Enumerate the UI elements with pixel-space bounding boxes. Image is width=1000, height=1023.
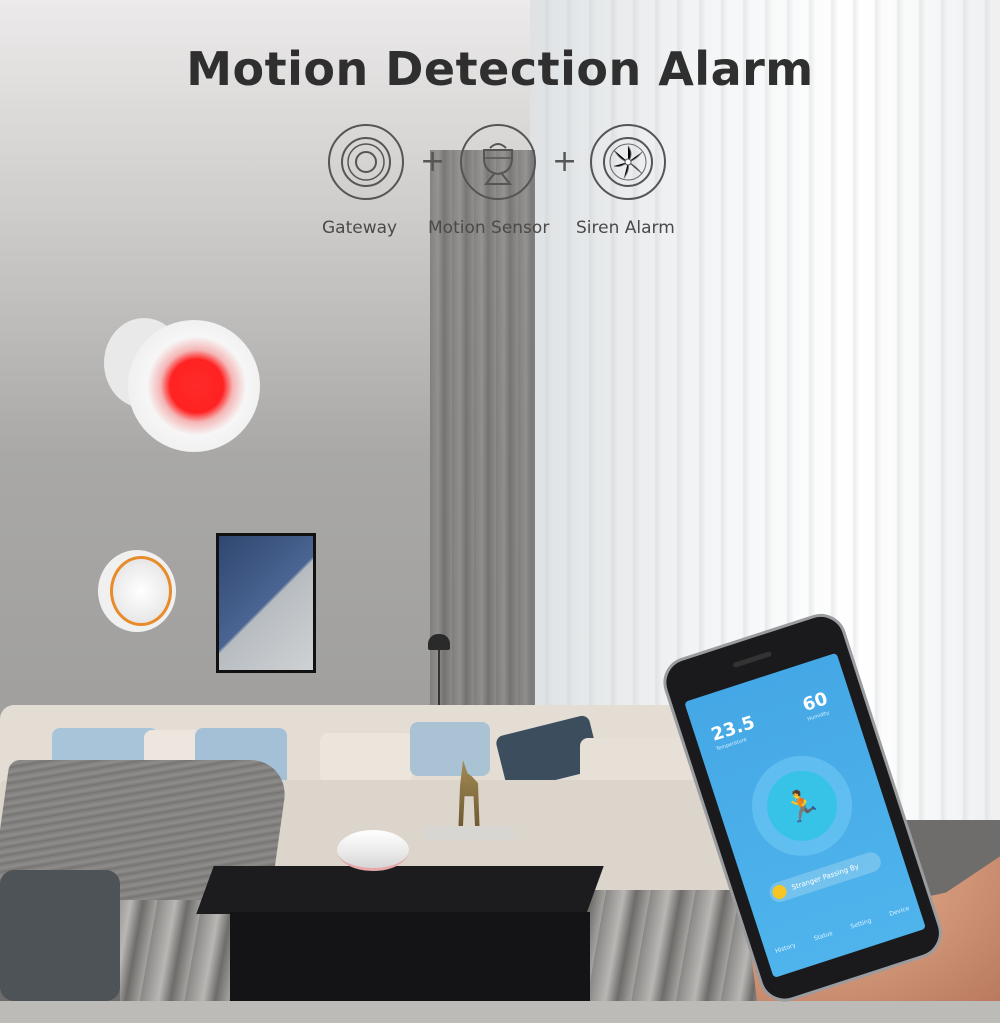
gateway-device [337,830,409,871]
nav-history[interactable]: History [774,941,796,954]
component-icons: + + [320,124,680,204]
label-gateway: Gateway [322,218,398,238]
siren-orange-ring [110,556,172,626]
armchair [0,870,120,1001]
coffee-table-base [230,912,590,1001]
gateway-icon [328,124,404,200]
sculpture-tray [424,826,514,840]
nav-status[interactable]: Status [813,929,833,942]
alert-text: Stranger Passing By [790,862,860,892]
lamp-pole [438,650,440,710]
phone-speaker [732,650,773,669]
lamp-shade [428,634,450,650]
motion-sensor-icon [460,124,536,200]
plus-sign: + [420,144,446,179]
label-siren-alarm: Siren Alarm [576,218,675,238]
deer-figure [458,760,480,826]
coffee-table-top [196,866,604,914]
motion-sensor-device [104,318,260,453]
pillow-cream [320,733,412,783]
nav-device[interactable]: Device [888,904,910,917]
nav-setting[interactable]: Setting [850,917,873,930]
plus-sign: + [552,144,578,179]
component-labels: Gateway Motion Sensor Siren Alarm [0,218,1000,242]
floor-lamp [428,634,450,710]
sensor-red-lens [128,320,260,452]
siren-alarm-device [98,550,176,632]
pillow-cream [580,738,692,786]
painting-art [219,536,313,670]
alert-bell-icon [770,883,789,901]
siren-alarm-icon [590,124,666,200]
page-title: Motion Detection Alarm [186,42,814,96]
label-motion-sensor: Motion Sensor [428,218,550,238]
wall-painting [216,533,316,673]
deer-sculpture [424,760,514,840]
